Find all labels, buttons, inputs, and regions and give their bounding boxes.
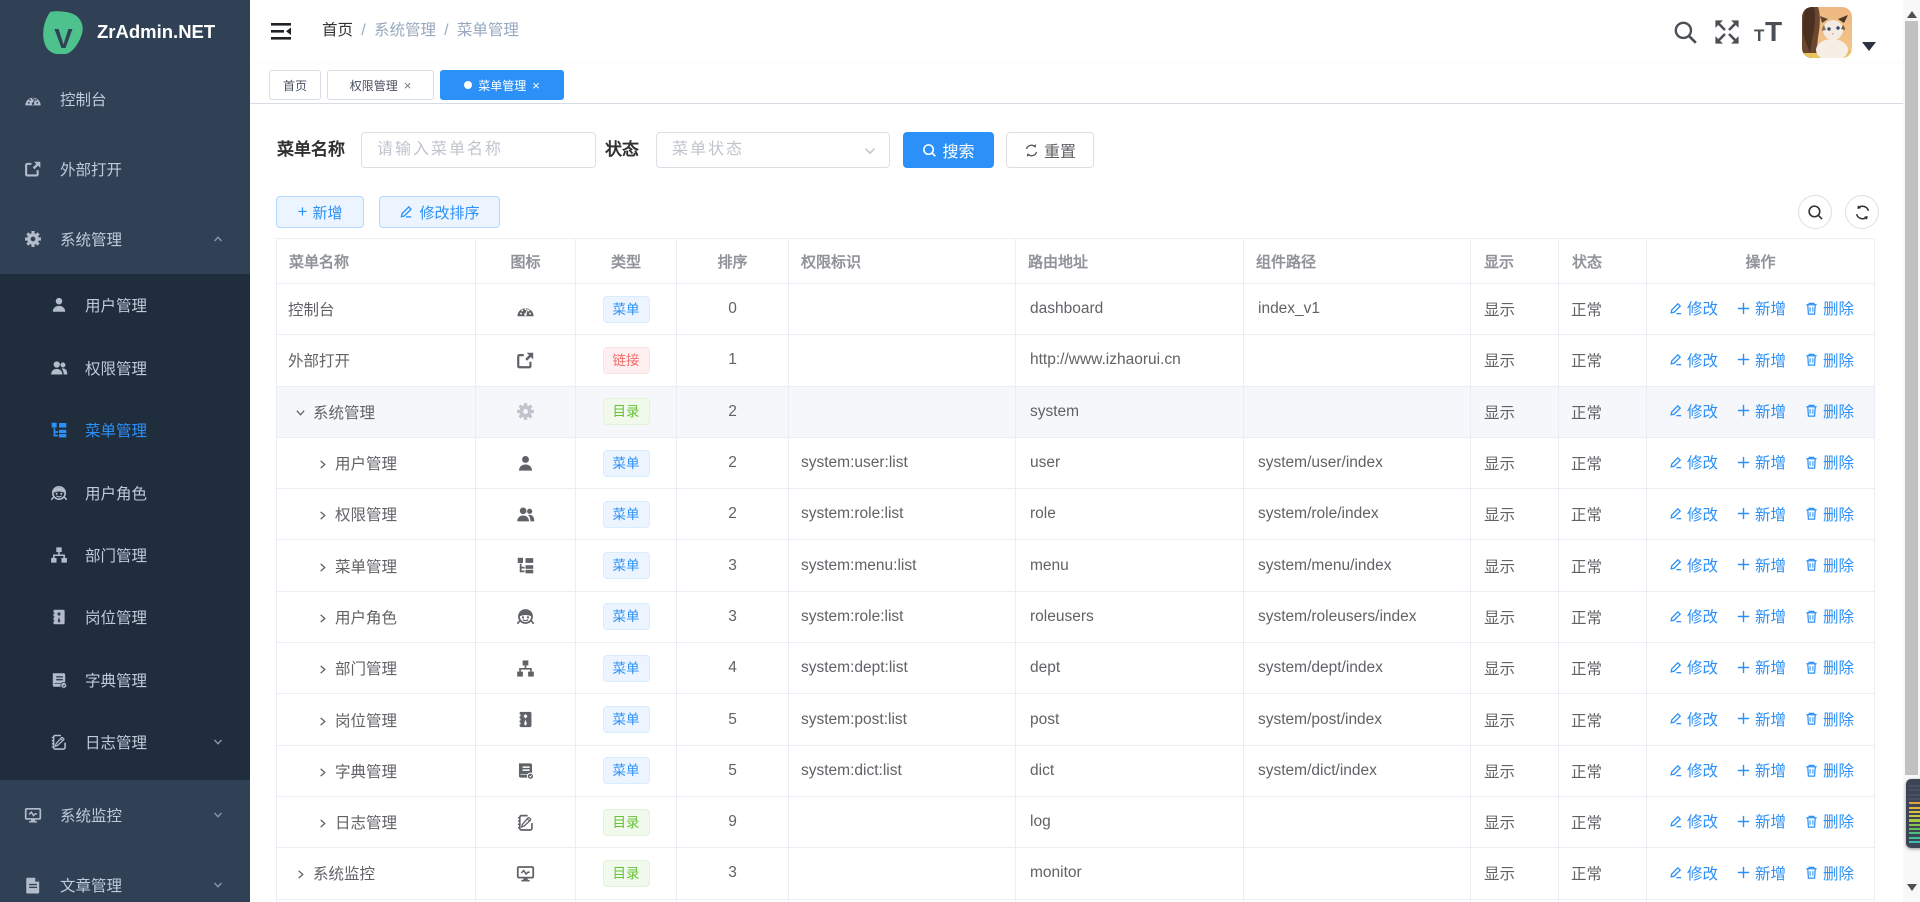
svg-text:V: V	[54, 22, 73, 53]
